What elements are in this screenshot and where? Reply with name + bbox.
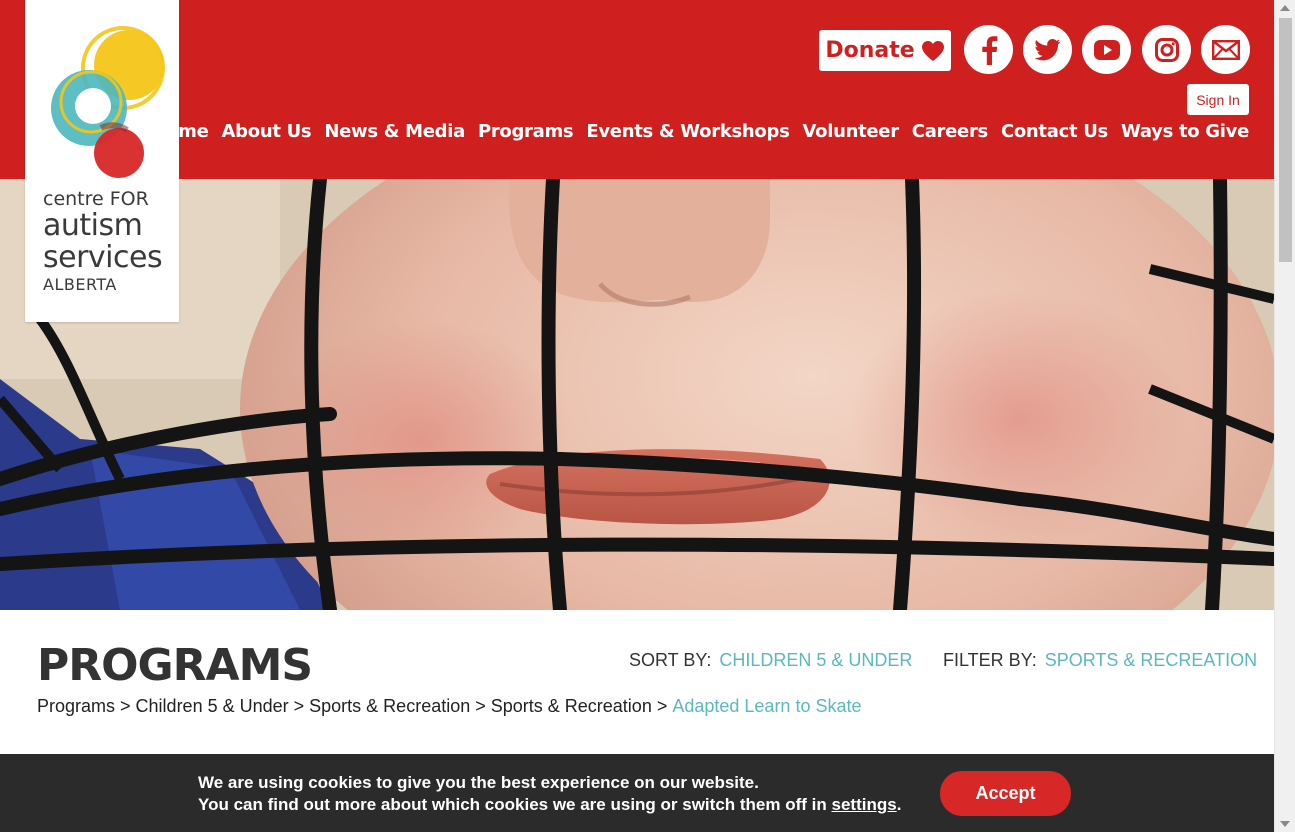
breadcrumb: Programs > Children 5 & Under > Sports &… — [37, 696, 861, 717]
breadcrumb-current[interactable]: Adapted Learn to Skate — [672, 696, 861, 717]
sign-in-button[interactable]: Sign In — [1187, 84, 1249, 115]
filter-control: FILTER BY: SPORTS & RECREATION — [943, 650, 1257, 671]
site-logo[interactable]: centre FOR autism services ALBERTA — [25, 0, 179, 322]
breadcrumb-separator: > — [656, 696, 668, 716]
nav-careers[interactable]: Careers — [912, 121, 988, 142]
logo-line: centre FOR — [43, 188, 149, 210]
programs-section: PROGRAMS SORT BY: CHILDREN 5 & UNDER FIL… — [0, 610, 1274, 754]
filter-dropdown[interactable]: SPORTS & RECREATION — [1045, 650, 1257, 671]
logo-line: autism — [43, 208, 143, 243]
cookie-settings-link[interactable]: settings — [832, 795, 897, 814]
accept-cookies-button[interactable]: Accept — [940, 771, 1071, 816]
nav-events-workshops[interactable]: Events & Workshops — [586, 121, 789, 142]
cookie-line-suffix: . — [896, 795, 902, 814]
scroll-thumb[interactable] — [1279, 18, 1292, 262]
nav-volunteer[interactable]: Volunteer — [802, 121, 899, 142]
breadcrumb-item[interactable]: Children 5 & Under — [136, 696, 289, 717]
nav-ways-to-give[interactable]: Ways to Give — [1121, 121, 1249, 142]
scroll-down-arrow-icon[interactable] — [1280, 821, 1290, 827]
hero-photo — [0, 179, 1274, 610]
twitter-icon — [1034, 38, 1060, 60]
nav-programs[interactable]: Programs — [478, 121, 574, 142]
site-header: Donate Sign In Home About Us News & Medi… — [0, 0, 1274, 179]
cookie-line-prefix: You can find out more about which cookie… — [198, 795, 827, 814]
logo-mark-icon — [51, 26, 165, 178]
cookie-banner: We are using cookies to give you the bes… — [0, 754, 1274, 832]
nav-contact-us[interactable]: Contact Us — [1001, 121, 1108, 142]
breadcrumb-separator: > — [475, 696, 486, 716]
breadcrumb-separator: > — [293, 696, 305, 716]
facebook-link[interactable] — [964, 25, 1013, 74]
email-icon — [1211, 39, 1240, 60]
filter-label: FILTER BY: — [943, 650, 1037, 670]
page-title: PROGRAMS — [37, 640, 313, 691]
breadcrumb-item[interactable]: Programs — [37, 696, 115, 717]
cookie-line: We are using cookies to give you the bes… — [198, 773, 759, 792]
breadcrumb-item[interactable]: Sports & Recreation — [491, 696, 652, 717]
main-nav: Home About Us News & Media Programs Even… — [151, 121, 1249, 142]
nav-news-media[interactable]: News & Media — [324, 121, 465, 142]
logo-wordmark: centre FOR autism services ALBERTA — [43, 188, 163, 294]
page-scrollbar[interactable] — [1274, 0, 1295, 832]
donate-button[interactable]: Donate — [819, 30, 951, 71]
twitter-link[interactable] — [1023, 25, 1072, 74]
breadcrumb-separator: > — [120, 696, 131, 716]
sort-dropdown[interactable]: CHILDREN 5 & UNDER — [719, 650, 912, 671]
hero-image — [0, 179, 1274, 610]
email-link[interactable] — [1201, 25, 1250, 74]
instagram-link[interactable] — [1142, 25, 1191, 74]
facebook-icon — [981, 35, 997, 65]
nav-about-us[interactable]: About Us — [222, 121, 312, 142]
logo-line: services — [43, 240, 163, 275]
logo-line: ALBERTA — [43, 275, 117, 294]
donate-label: Donate — [825, 38, 915, 63]
instagram-icon — [1154, 37, 1179, 62]
cookie-message: We are using cookies to give you the bes… — [198, 772, 901, 816]
youtube-link[interactable] — [1082, 25, 1131, 74]
sort-control: SORT BY: CHILDREN 5 & UNDER — [629, 650, 912, 671]
breadcrumb-item[interactable]: Sports & Recreation — [309, 696, 470, 717]
scroll-up-arrow-icon[interactable] — [1280, 5, 1290, 11]
cookie-line: You can find out more about which cookie… — [198, 794, 901, 816]
youtube-icon — [1093, 39, 1120, 60]
sort-label: SORT BY: — [629, 650, 712, 670]
heart-icon — [921, 40, 944, 61]
